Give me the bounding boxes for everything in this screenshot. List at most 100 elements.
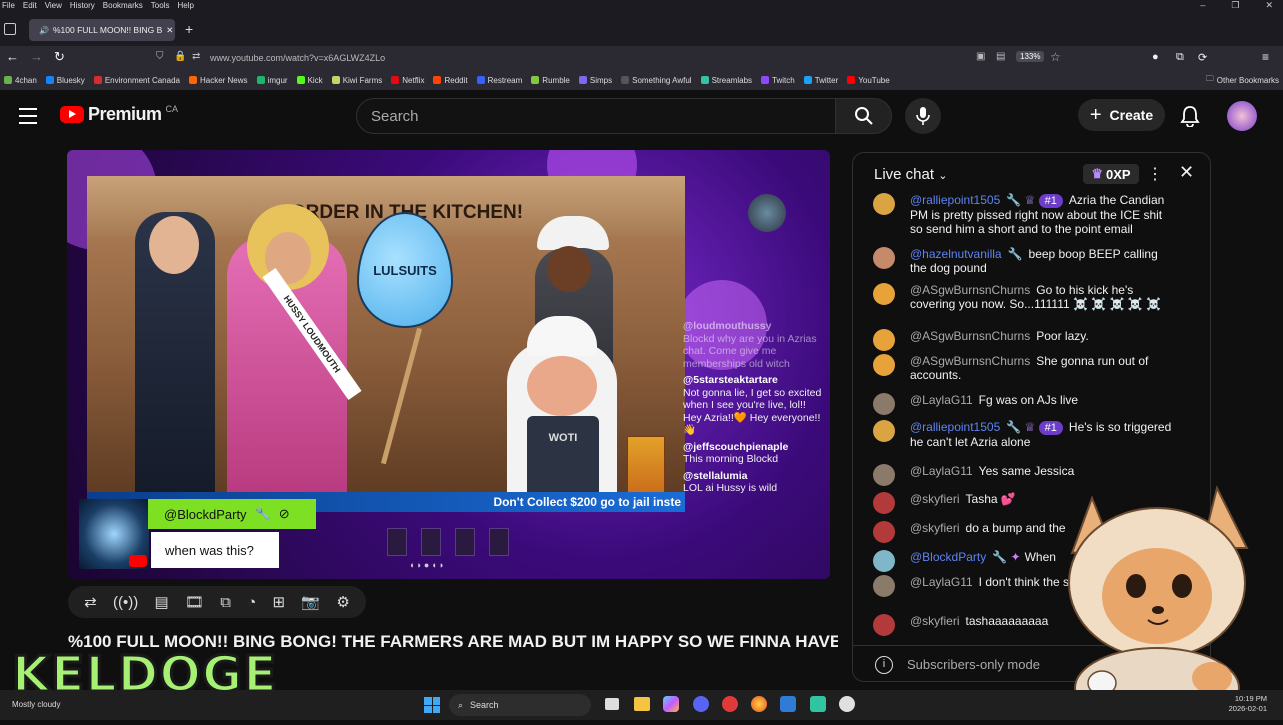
bookmark-netflix[interactable]: Netflix <box>391 76 424 85</box>
search-input[interactable]: Search <box>356 98 836 134</box>
maximize-icon[interactable]: ❐ <box>1231 0 1239 11</box>
chat-author[interactable]: @ASgwBurnsnChurns <box>910 354 1030 368</box>
chat-author[interactable]: @ralliepoint1505 <box>910 420 1000 434</box>
copilot-icon[interactable] <box>663 696 679 712</box>
chat-author[interactable]: @ralliepoint1505 <box>910 193 1000 207</box>
tab-close-icon[interactable]: ✕ <box>166 25 173 36</box>
screenshot-page-icon[interactable]: ▤ <box>996 51 1005 62</box>
url-bar[interactable]: ⛉ 🔒 ⇄ www.youtube.com/watch?v=x6AGLWZ4ZL… <box>150 48 1070 68</box>
other-bookmarks[interactable]: 🗀 Other Bookmarks <box>1206 73 1279 87</box>
bookmark-kiwi-farms[interactable]: Kiwi Farms <box>331 76 382 85</box>
chat-author[interactable]: @skyfieri <box>910 492 960 506</box>
discord-icon[interactable] <box>693 696 709 712</box>
chat-avatar[interactable] <box>873 193 895 215</box>
chat-avatar[interactable] <box>873 492 895 514</box>
bookmark-youtube[interactable]: YouTube <box>847 76 890 85</box>
menu-history[interactable]: History <box>70 1 95 10</box>
video-player[interactable]: ORDER IN THE KITCHEN! HUSSY LOUDMOUTH LU… <box>67 150 830 579</box>
shield-icon[interactable]: ⛉ <box>156 51 164 62</box>
chat-author[interactable]: @BlockdParty <box>910 550 986 564</box>
app-blue-icon[interactable] <box>780 696 796 712</box>
bookmark-reddit[interactable]: Reddit <box>433 76 468 85</box>
film-icon[interactable]: 🎞 <box>185 593 204 611</box>
chat-avatar[interactable] <box>873 393 895 415</box>
pip-icon[interactable]: ⧉ <box>220 594 231 611</box>
bookmark-something-awful[interactable]: Something Awful <box>621 76 692 85</box>
menu-bookmarks[interactable]: Bookmarks <box>103 1 143 10</box>
chat-avatar[interactable] <box>873 521 895 543</box>
app-white-icon[interactable] <box>839 696 855 712</box>
screenshot-icon[interactable]: 📷 <box>301 593 320 611</box>
avatar[interactable] <box>1227 101 1257 131</box>
chat-avatar[interactable] <box>873 550 895 572</box>
taskbar-search[interactable]: ⌕ Search <box>449 694 591 716</box>
reader-icon[interactable]: ▣ <box>976 51 985 62</box>
menu-view[interactable]: View <box>45 1 62 10</box>
chat-author[interactable]: @LaylaG11 <box>910 575 973 589</box>
bookmark-4chan[interactable]: 4chan <box>4 76 37 85</box>
speed-icon[interactable]: ◔ <box>247 594 256 611</box>
chat-author[interactable]: @hazelnutvanilla <box>910 247 1002 261</box>
windows-start-icon[interactable] <box>424 697 440 713</box>
chat-avatar[interactable] <box>873 247 895 269</box>
streamlabs-icon[interactable] <box>810 696 826 712</box>
bookmark-simps[interactable]: Simps <box>578 76 612 85</box>
menu-tools[interactable]: Tools <box>151 1 170 10</box>
extension-puzzle-icon[interactable]: ⧉ <box>1176 51 1184 64</box>
chat-avatar[interactable] <box>873 329 895 351</box>
create-button[interactable]: + Create <box>1078 99 1165 131</box>
bookmark-bluesky[interactable]: Bluesky <box>45 76 85 85</box>
file-explorer-icon[interactable] <box>634 697 650 711</box>
captions-icon[interactable]: ▤ <box>154 593 168 611</box>
bookmark-rumble[interactable]: Rumble <box>531 76 570 85</box>
lock-icon[interactable]: 🔒 <box>174 51 186 62</box>
settings-icon[interactable]: ⚙ <box>336 593 349 611</box>
active-tab[interactable]: 🔊 %100 FULL MOON!! BING B ✕ <box>29 19 175 41</box>
extension-sync-icon[interactable]: ⟳ <box>1198 51 1207 64</box>
chat-avatar[interactable] <box>873 614 895 636</box>
speaker-icon[interactable]: 🔊 <box>39 26 49 35</box>
taskbar-clock[interactable]: 10:19 PM 2026-02-01 <box>1229 694 1267 714</box>
chat-avatar[interactable] <box>873 283 895 305</box>
menu-file[interactable]: File <box>2 1 15 10</box>
close-window-icon[interactable]: ✕ <box>1265 0 1273 11</box>
bookmark-kick[interactable]: Kick <box>296 76 323 85</box>
chat-avatar[interactable] <box>873 464 895 486</box>
extension-coin-icon[interactable]: ● <box>1152 51 1159 63</box>
live-chat-mode-dropdown[interactable]: Live chat ⌄ <box>874 166 947 183</box>
app-menu-icon[interactable]: ≡ <box>1262 50 1269 64</box>
bookmark-hacker-news[interactable]: Hacker News <box>188 76 248 85</box>
chat-author[interactable]: @LaylaG11 <box>910 464 973 478</box>
chat-avatar[interactable] <box>873 354 895 376</box>
permissions-icon[interactable]: ⇄ <box>192 51 200 62</box>
bookmark-star-icon[interactable]: ☆ <box>1050 50 1061 64</box>
zoom-badge[interactable]: 133% <box>1016 51 1045 62</box>
chat-author[interactable]: @ASgwBurnsnChurns <box>910 329 1030 343</box>
chat-avatar[interactable] <box>873 420 895 442</box>
clip-icon[interactable]: ⊞ <box>273 593 286 611</box>
bookmark-streamlabs[interactable]: Streamlabs <box>700 76 752 85</box>
hamburger-menu-icon[interactable] <box>19 108 37 124</box>
search-button[interactable] <box>835 98 892 134</box>
close-chat-icon[interactable]: ✕ <box>1179 162 1194 183</box>
reload-icon[interactable]: ↻ <box>54 49 65 65</box>
new-tab-icon[interactable]: + <box>185 21 193 37</box>
bookmark-restream[interactable]: Restream <box>476 76 522 85</box>
task-view-icon[interactable] <box>605 698 619 710</box>
replay-icon[interactable]: ⇄ <box>84 593 97 611</box>
forward-icon[interactable]: → <box>30 49 43 64</box>
bookmark-twitter[interactable]: Twitter <box>803 76 838 85</box>
menu-edit[interactable]: Edit <box>23 1 37 10</box>
weather-widget[interactable]: Mostly cloudy <box>12 700 60 709</box>
chat-author[interactable]: @ASgwBurnsnChurns <box>910 283 1030 297</box>
xp-badge[interactable]: ♛ 0XP <box>1083 164 1139 184</box>
menu-help[interactable]: Help <box>177 1 193 10</box>
more-options-icon[interactable]: ⋮ <box>1147 164 1163 184</box>
live-icon[interactable]: ((•)) <box>113 594 138 611</box>
voice-search-button[interactable] <box>905 98 941 134</box>
chat-author[interactable]: @LaylaG11 <box>910 393 973 407</box>
bookmark-imgur[interactable]: imgur <box>256 76 288 85</box>
notifications-button[interactable] <box>1180 105 1200 132</box>
bookmark-twitch[interactable]: Twitch <box>761 76 795 85</box>
firefox-icon[interactable] <box>751 696 767 712</box>
